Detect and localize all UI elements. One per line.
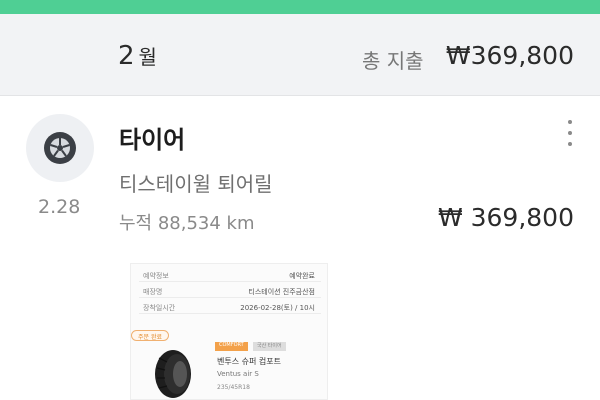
receipt-row-value: 예약완료 [289,272,315,280]
receipt-row-key: 매장명 [143,288,163,296]
month-summary-header: 2월 총 지출 ₩369,800 [0,14,600,96]
receipt-row-value: 티스테이션 진주금산점 [248,288,315,296]
more-dot [568,142,572,146]
receipt-row-key: 예약정보 [143,272,169,280]
product-name: 벤투스 슈퍼 컴포트 [217,357,281,366]
receipt-image[interactable]: 예약정보 예약완료 매장명 티스테이션 진주금산점 장착일시간 2026-02-… [130,263,328,400]
receipt-row-value: 2026-02-28(토) / 10시 [240,304,315,312]
tire-icon [26,114,94,182]
total-expense-value: ₩369,800 [445,41,574,70]
receipt-row: 매장명 티스테이션 진주금산점 [139,284,321,298]
more-options-icon[interactable] [562,118,578,148]
receipt-row: 예약정보 예약완료 [139,268,321,282]
product-tag-secondary: 국산 타이어 [253,342,286,351]
tire-product-icon [147,348,199,399]
month-number: 2 [118,41,135,71]
total-expense-label: 총 지출 [362,49,424,73]
month-label[interactable]: 2월 [118,41,157,71]
more-dot [568,131,572,135]
entry-amount: ₩ 369,800 [437,203,574,232]
receipt-row: 장착일시간 2026-02-28(토) / 10시 [139,300,321,314]
month-unit: 월 [138,45,157,69]
expense-entry[interactable]: 2.28 타이어 티스테이윌 퇴어릴 누적 88,534 km ₩ 369,80… [0,96,600,400]
receipt-row-key: 장착일시간 [143,304,176,312]
product-size: 235/45R18 [217,384,250,391]
product-english-name: Ventus air S [217,370,259,378]
entry-title: 타이어 [119,126,186,154]
order-status-badge: 주문 완료 [131,330,169,341]
entry-shop-name: 티스테이윌 퇴어릴 [119,172,273,196]
more-dot [568,120,572,124]
product-tag-primary: COMFORT [215,342,248,351]
entry-date: 2.28 [38,196,81,218]
entry-mileage: 누적 88,534 km [119,213,255,234]
status-accent-bar [0,0,600,14]
